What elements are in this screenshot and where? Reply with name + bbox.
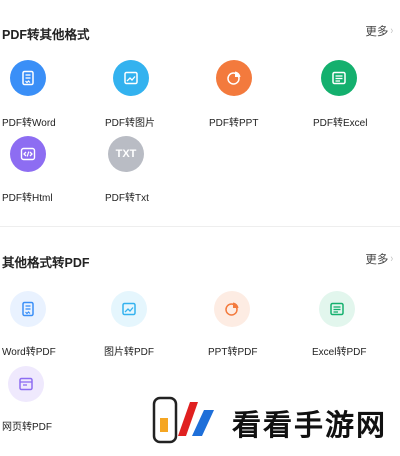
tool-label: Word转PDF	[2, 347, 56, 358]
watermark-text: 看看手游网	[232, 408, 388, 442]
txt-glyph: TXT	[115, 148, 137, 160]
tool-label: 图片转PDF	[104, 347, 154, 358]
more-link[interactable]: 更多 ›	[365, 23, 394, 39]
tool-label: PDF转Excel	[313, 118, 368, 129]
tool-label: PDF转Txt	[105, 193, 149, 204]
watermark-logo-icon	[152, 396, 214, 444]
tool-label: PDF转Word	[2, 118, 56, 129]
code-icon	[10, 136, 46, 172]
pie-icon	[214, 291, 250, 327]
section-title: PDF转其他格式	[2, 28, 90, 42]
section-title: 其他格式转PDF	[2, 256, 90, 270]
more-link[interactable]: 更多 ›	[365, 251, 394, 267]
table-icon	[319, 291, 355, 327]
txt-icon: TXT	[108, 136, 144, 172]
tool-label: PDF转PPT	[209, 118, 259, 129]
more-label: 更多	[365, 254, 389, 266]
more-label: 更多	[365, 26, 389, 38]
tool-label: Excel转PDF	[312, 347, 367, 358]
pie-icon	[216, 60, 252, 96]
image-icon	[111, 291, 147, 327]
section-divider	[0, 226, 400, 227]
doc-icon	[10, 291, 46, 327]
table-icon	[321, 60, 357, 96]
web-icon	[8, 366, 44, 402]
image-icon	[113, 60, 149, 96]
doc-icon	[10, 60, 46, 96]
tool-label: 网页转PDF	[2, 422, 52, 433]
tool-label: PDF转图片	[105, 118, 155, 129]
tool-label: PDF转Html	[2, 193, 53, 204]
site-watermark: 看看手游网	[150, 388, 400, 456]
chevron-right-icon: ›	[390, 25, 394, 37]
tool-label: PPT转PDF	[208, 347, 258, 358]
chevron-right-icon: ›	[390, 253, 394, 265]
